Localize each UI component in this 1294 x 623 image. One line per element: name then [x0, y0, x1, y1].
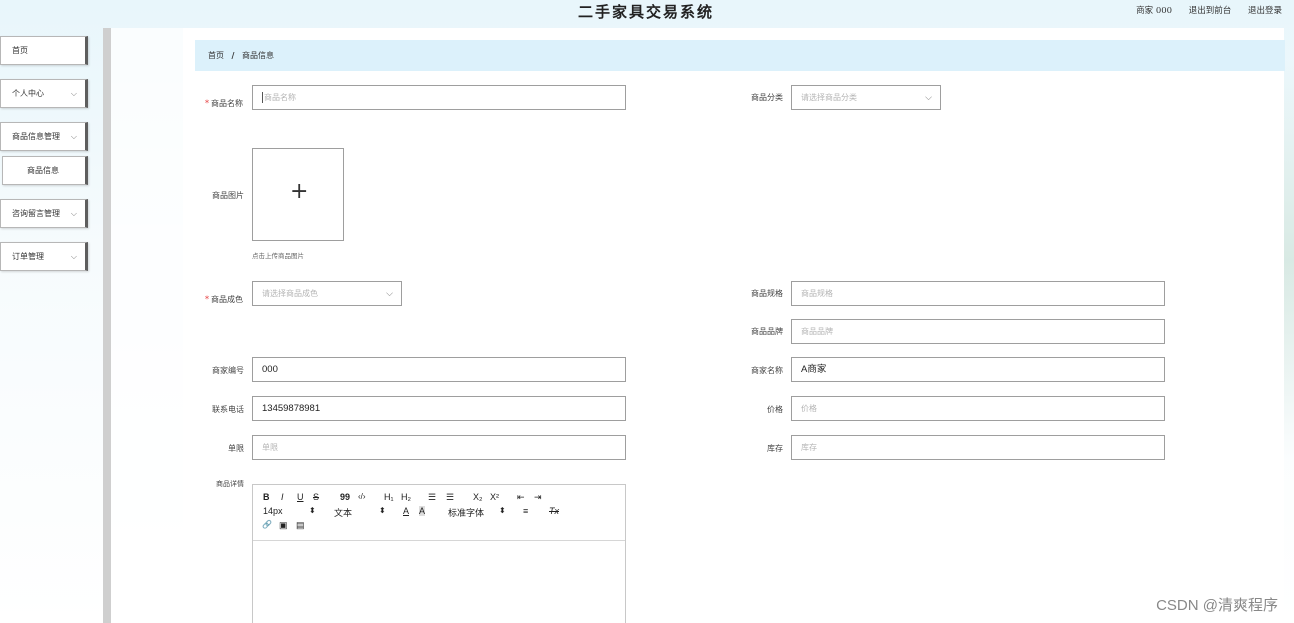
category-label: 商品分类 — [751, 93, 783, 102]
font-size-select[interactable]: 14px — [263, 506, 283, 516]
breadcrumb: 首页 / 商品信息 — [195, 40, 1285, 71]
stock-input[interactable]: 库存 — [791, 435, 1165, 460]
breadcrumb-separator: / — [231, 50, 235, 60]
quote-button[interactable]: 99 — [340, 492, 350, 502]
top-right-actions: 商家 000 退出到前台 退出登录 — [1122, 4, 1282, 16]
sidebar-item-label: 商品信息 — [27, 166, 59, 175]
font-color-icon[interactable]: A — [403, 506, 409, 516]
unordered-list-icon[interactable]: ☰ — [446, 492, 454, 503]
chevron-down-icon: ⌵ — [70, 209, 77, 218]
merchant-name-label: 商家名称 — [751, 366, 783, 375]
ordered-list-icon[interactable]: ☰ — [428, 492, 436, 503]
back-to-front-link[interactable]: 退出到前台 — [1189, 6, 1232, 16]
merchant-name-input[interactable]: A商家 — [791, 357, 1165, 382]
price-label: 价格 — [767, 405, 783, 414]
breadcrumb-home[interactable]: 首页 — [208, 51, 224, 60]
subscript-button[interactable]: X₂ — [473, 492, 483, 502]
plus-icon: + — [290, 179, 309, 204]
unit-label: 单限 — [228, 444, 244, 453]
indent-right-icon[interactable]: ⇥ — [534, 492, 542, 503]
sidebar-item-label: 首页 — [12, 46, 28, 55]
sidebar-item-label: 咨询留言管理 — [12, 209, 60, 218]
font-family-select[interactable]: 标准字体 — [448, 506, 484, 519]
brand-label: 商品品牌 — [751, 327, 783, 336]
background-color-icon[interactable]: A — [419, 506, 426, 516]
merchant-no-input[interactable]: 000 — [252, 357, 626, 382]
upload-hint: 点击上传商品图片 — [252, 252, 304, 260]
bold-button[interactable]: B — [263, 492, 270, 502]
product-name-label: * 商品名称 — [205, 99, 243, 108]
image-icon[interactable]: ▣ — [279, 520, 288, 531]
decorative-leaf — [1284, 60, 1294, 460]
spec-label: 商品规格 — [751, 289, 783, 298]
text-type-arrow-icon: ⬍ — [379, 506, 386, 515]
brand-input[interactable]: 商品品牌 — [791, 319, 1165, 344]
chevron-down-icon: ⌵ — [70, 132, 77, 141]
spec-input[interactable]: 商品规格 — [791, 281, 1165, 306]
sidebar-item-personal-center[interactable]: 个人中心 ⌵ — [0, 79, 88, 108]
sidebar-item-home[interactable]: 首页 — [0, 36, 88, 65]
clear-format-icon[interactable]: Tx — [549, 506, 559, 516]
merchant-no-label: 商家编号 — [212, 366, 244, 375]
h2-button[interactable]: H₂ — [401, 492, 411, 502]
category-select[interactable]: 请选择商品分类 ⌵ — [791, 85, 941, 110]
condition-label: * 商品成色 — [205, 295, 243, 304]
text-type-select[interactable]: 文本 — [334, 506, 352, 519]
superscript-button[interactable]: X² — [490, 492, 499, 502]
sidebar-subitem-product-info[interactable]: 商品信息 — [2, 156, 88, 185]
sidebar-item-label: 商品信息管理 — [12, 132, 60, 141]
image-upload-box[interactable]: + — [252, 148, 344, 241]
chevron-down-icon: ⌵ — [70, 89, 77, 98]
font-family-arrow-icon: ⬍ — [499, 506, 506, 515]
logout-link[interactable]: 退出登录 — [1248, 6, 1282, 16]
top-bar: 二手家具交易系统 商家 000 退出到前台 退出登录 — [0, 0, 1294, 26]
phone-input[interactable]: 13459878981 — [252, 396, 626, 421]
underline-button[interactable]: U — [297, 492, 304, 502]
text-cursor — [262, 92, 263, 104]
indent-left-icon[interactable]: ⇤ — [517, 492, 525, 503]
sidebar-item-label: 订单管理 — [12, 252, 44, 261]
sidebar-item-label: 个人中心 — [12, 89, 44, 98]
unit-input[interactable]: 单限 — [252, 435, 626, 460]
required-star: * — [205, 99, 209, 108]
chevron-down-icon: ⌵ — [925, 92, 932, 102]
stock-label: 库存 — [767, 444, 783, 453]
sidebar: 首页 个人中心 ⌵ 商品信息管理 ⌵ 商品信息 咨询留言管理 ⌵ 订单管理 ⌵ — [0, 36, 90, 285]
link-icon[interactable]: 🔗 — [262, 520, 272, 529]
h1-button[interactable]: H₁ — [384, 492, 394, 502]
chevron-down-icon: ⌵ — [70, 252, 77, 261]
sidebar-item-consult-management[interactable]: 咨询留言管理 ⌵ — [0, 199, 88, 228]
editor-content-area[interactable] — [253, 542, 625, 623]
phone-label: 联系电话 — [212, 405, 244, 414]
product-image-label: 商品图片 — [212, 191, 244, 200]
breadcrumb-current: 商品信息 — [242, 51, 275, 60]
font-size-arrow-icon: ⬍ — [309, 506, 316, 515]
required-star: * — [205, 295, 209, 304]
product-name-input[interactable]: 商品名称 — [252, 85, 626, 110]
detail-label: 商品详情 — [216, 480, 244, 488]
current-user: 商家 000 — [1136, 6, 1173, 16]
sidebar-item-product-management[interactable]: 商品信息管理 ⌵ — [0, 122, 88, 151]
video-icon[interactable]: ▤ — [296, 520, 305, 531]
sidebar-item-order-management[interactable]: 订单管理 ⌵ — [0, 242, 88, 271]
align-icon[interactable]: ≡ — [523, 506, 528, 516]
condition-select[interactable]: 请选择商品成色 ⌵ — [252, 281, 402, 306]
italic-button[interactable]: I — [281, 492, 284, 502]
watermark: CSDN @清爽程序 — [1156, 597, 1278, 614]
main-panel: 首页 / 商品信息 * 商品名称 商品名称 商品分类 请选择商品分类 ⌵ 商品图片… — [183, 28, 1285, 623]
editor-toolbar: B I U S 99 ‹/› H₁ H₂ ☰ ☰ X₂ X² ⇤ ⇥ 14px … — [253, 485, 625, 541]
chevron-down-icon: ⌵ — [386, 288, 393, 298]
app-title: 二手家具交易系统 — [578, 3, 715, 21]
strike-button[interactable]: S — [313, 492, 319, 502]
sidebar-scrollbar[interactable] — [103, 28, 111, 623]
price-input[interactable]: 价格 — [791, 396, 1165, 421]
background-strip — [111, 28, 183, 623]
code-button[interactable]: ‹/› — [358, 492, 366, 501]
rich-text-editor: B I U S 99 ‹/› H₁ H₂ ☰ ☰ X₂ X² ⇤ ⇥ 14px … — [252, 484, 626, 623]
